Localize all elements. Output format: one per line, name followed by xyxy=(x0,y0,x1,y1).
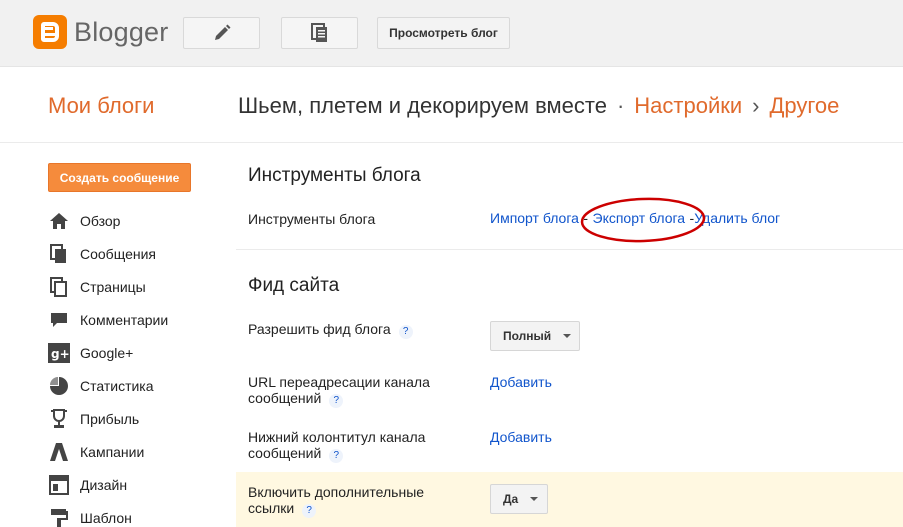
home-icon xyxy=(48,211,70,231)
sidebar-item-comments[interactable]: Комментарии xyxy=(48,303,168,336)
extra-links-select[interactable]: Да xyxy=(490,484,548,514)
layout-icon xyxy=(48,474,70,495)
extra-links-text-2: ссылки xyxy=(248,500,295,516)
pages-icon xyxy=(48,276,70,297)
sidebar-item-label: Обзор xyxy=(80,212,121,229)
posts-list-button[interactable] xyxy=(281,17,358,49)
feed-section-title: Фид сайта xyxy=(248,275,340,296)
tools-row-label: Инструменты блога xyxy=(248,211,376,227)
breadcrumb-separator: · xyxy=(616,93,625,118)
redirect-url-label: URL переадресации канала сообщений? xyxy=(248,374,430,408)
blogger-logo[interactable]: Blogger xyxy=(33,15,168,49)
blog-name: Шьем, плетем и декорируем вместе xyxy=(238,93,607,118)
comment-icon xyxy=(48,310,70,330)
google-plus-icon: g+ xyxy=(48,342,70,363)
sidebar-item-label: Google+ xyxy=(80,344,134,361)
allow-feed-text: Разрешить фид блога xyxy=(248,321,391,337)
help-icon[interactable]: ? xyxy=(329,449,344,463)
redirect-url-text-1: URL переадресации канала xyxy=(248,374,430,390)
stats-icon xyxy=(48,376,70,396)
logo-text: Blogger xyxy=(74,16,169,47)
import-blog-link[interactable]: Импорт блога xyxy=(490,210,579,226)
sidebar-nav: Обзор Сообщения Страницы Комментарии g+ … xyxy=(48,204,168,527)
breadcrumb: Шьем, плетем и декорируем вместе · Настрой… xyxy=(238,93,839,119)
sidebar-item-label: Статистика xyxy=(80,377,154,394)
extra-links-text-1: Включить дополнительные xyxy=(248,484,425,500)
svg-text:g+: g+ xyxy=(51,347,70,361)
trophy-icon xyxy=(48,408,70,429)
feed-footer-text-1: Нижний колонтитул канала xyxy=(248,429,426,445)
posts-icon xyxy=(48,243,70,264)
help-icon[interactable]: ? xyxy=(329,394,344,408)
chevron-down-icon xyxy=(530,497,539,501)
sidebar-item-template[interactable]: Шаблон xyxy=(48,501,168,527)
pages-icon xyxy=(310,23,327,42)
sidebar-item-earnings[interactable]: Прибыль xyxy=(48,402,168,435)
campaigns-icon xyxy=(48,442,70,462)
sidebar-item-google-plus[interactable]: g+ Google+ xyxy=(48,336,168,369)
help-icon[interactable]: ? xyxy=(398,325,413,339)
sidebar-item-posts[interactable]: Сообщения xyxy=(48,237,168,270)
sidebar-item-label: Сообщения xyxy=(80,245,156,262)
create-post-button[interactable]: Создать сообщение xyxy=(48,163,191,192)
top-bar: Blogger Просмотреть блог xyxy=(0,0,903,67)
allow-feed-value: Полный xyxy=(503,329,552,343)
extra-links-value: Да xyxy=(503,492,519,506)
sidebar-item-label: Дизайн xyxy=(80,476,128,493)
breadcrumb-separator: › xyxy=(752,93,760,118)
sidebar-item-pages[interactable]: Страницы xyxy=(48,270,168,303)
section-divider xyxy=(236,249,903,250)
template-icon xyxy=(48,508,70,527)
sidebar-item-layout[interactable]: Дизайн xyxy=(48,468,168,501)
redirect-url-text-2: сообщений xyxy=(248,390,322,406)
pencil-icon xyxy=(214,24,230,40)
help-icon[interactable]: ? xyxy=(302,504,317,518)
tools-section-title: Инструменты блога xyxy=(248,165,421,186)
annotation-circle xyxy=(580,197,706,243)
breadcrumb-settings[interactable]: Настройки xyxy=(634,93,742,118)
page-header: Мои блоги Шьем, плетем и декорируем вмес… xyxy=(0,67,903,143)
allow-feed-select[interactable]: Полный xyxy=(490,321,580,351)
feed-footer-label: Нижний колонтитул канала сообщений? xyxy=(248,429,425,463)
breadcrumb-other[interactable]: Другое xyxy=(769,93,839,118)
new-post-button[interactable] xyxy=(183,17,260,49)
chevron-down-icon xyxy=(563,334,572,338)
sidebar-item-label: Страницы xyxy=(80,278,146,295)
sidebar-item-overview[interactable]: Обзор xyxy=(48,204,168,237)
feed-footer-text-2: сообщений xyxy=(248,445,322,461)
add-redirect-link[interactable]: Добавить xyxy=(490,374,552,390)
sidebar-item-label: Комментарии xyxy=(80,311,169,328)
extra-links-label: Включить дополнительные ссылки? xyxy=(248,484,424,518)
sidebar-item-label: Прибыль xyxy=(80,410,140,427)
blogger-logo-icon xyxy=(33,15,67,49)
sidebar-item-label: Шаблон xyxy=(80,509,132,526)
sidebar-item-label: Кампании xyxy=(80,443,145,460)
sidebar-item-stats[interactable]: Статистика xyxy=(48,369,168,402)
view-blog-button[interactable]: Просмотреть блог xyxy=(377,17,510,49)
add-footer-link[interactable]: Добавить xyxy=(490,429,552,445)
my-blogs-link[interactable]: Мои блоги xyxy=(48,93,154,119)
allow-feed-label: Разрешить фид блога? xyxy=(248,321,413,339)
sidebar-item-campaigns[interactable]: Кампании xyxy=(48,435,168,468)
